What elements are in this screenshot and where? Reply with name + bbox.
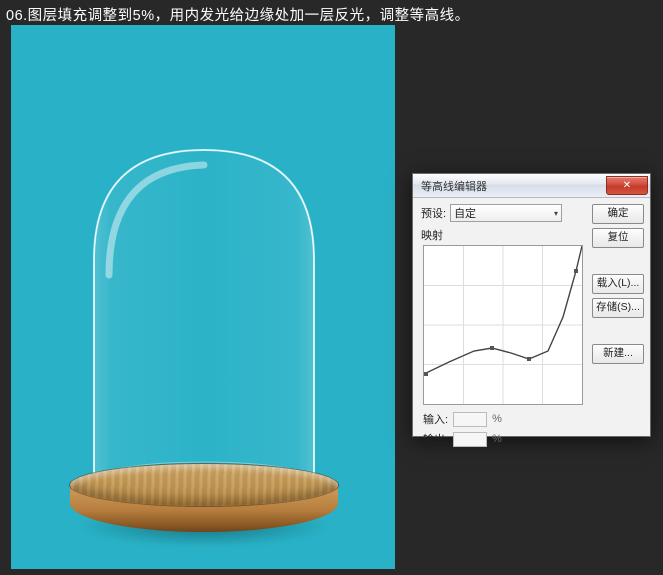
- percent-sign: %: [492, 413, 502, 425]
- ok-button[interactable]: 确定: [592, 204, 644, 224]
- wood-base-illustration: [66, 450, 342, 545]
- load-button[interactable]: 载入(L)...: [592, 274, 644, 294]
- dialog-title-bar[interactable]: 等高线编辑器 ✕: [413, 174, 650, 198]
- save-button[interactable]: 存储(S)...: [592, 298, 644, 318]
- curve-handle[interactable]: [527, 357, 531, 361]
- new-button[interactable]: 新建...: [592, 344, 644, 364]
- contour-editor-dialog: 等高线编辑器 ✕ 预设: 自定 ▾ 映射: [412, 173, 651, 437]
- output-label: 输出:: [423, 431, 448, 447]
- curve-graph[interactable]: [423, 245, 583, 405]
- curve-handle[interactable]: [574, 269, 578, 273]
- output-value-field[interactable]: [453, 432, 487, 447]
- input-label: 输入:: [423, 411, 448, 427]
- close-icon: ✕: [623, 180, 631, 191]
- curve-handle[interactable]: [490, 346, 494, 350]
- percent-sign: %: [492, 433, 502, 445]
- reset-button[interactable]: 复位: [592, 228, 644, 248]
- glass-dome-illustration: [74, 140, 334, 490]
- editor-canvas: [11, 25, 395, 569]
- close-button[interactable]: ✕: [606, 176, 648, 195]
- curve-handle[interactable]: [424, 372, 428, 376]
- chevron-down-icon: ▾: [554, 209, 558, 218]
- input-value-field[interactable]: [453, 412, 487, 427]
- preset-value: 自定: [454, 205, 476, 221]
- preset-select[interactable]: 自定 ▾: [450, 204, 562, 222]
- step-instruction: 06.图层填充调整到5%，用内发光给边缘处加一层反光，调整等高线。: [6, 4, 470, 25]
- dialog-title: 等高线编辑器: [421, 178, 487, 194]
- preset-label: 预设:: [421, 205, 446, 221]
